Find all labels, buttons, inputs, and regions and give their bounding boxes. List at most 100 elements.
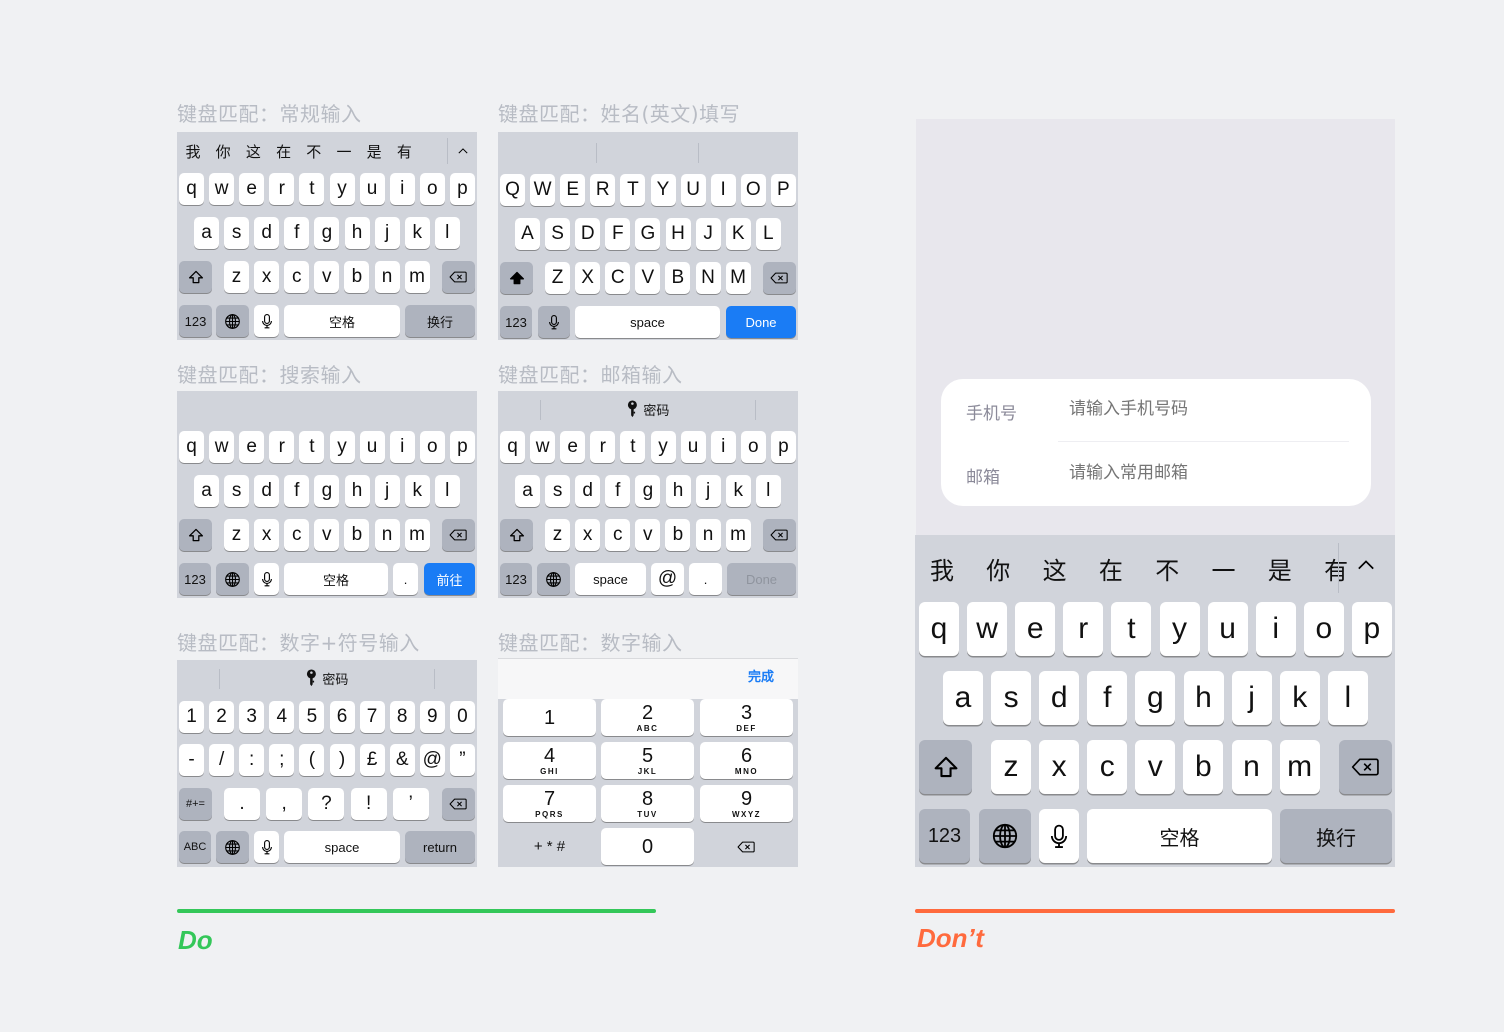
key-L[interactable]: L	[755, 218, 781, 250]
key-h[interactable]: h	[344, 475, 370, 507]
key-symbol[interactable]: ;	[269, 744, 295, 776]
key-R[interactable]: R	[590, 174, 616, 206]
key-z[interactable]: z	[224, 519, 249, 551]
key-l[interactable]: l	[434, 475, 460, 507]
key-x[interactable]: x	[575, 519, 601, 551]
delete-key[interactable]	[700, 828, 793, 865]
key-n[interactable]: n	[1231, 740, 1272, 794]
key-w[interactable]: w	[209, 173, 235, 205]
key-K[interactable]: K	[725, 218, 751, 250]
letters-key[interactable]: ABC	[179, 831, 211, 863]
key-i[interactable]: i	[710, 431, 736, 463]
key-f[interactable]: f	[284, 475, 310, 507]
candidate-你[interactable]: 你	[973, 535, 1023, 601]
key-9[interactable]: 9	[419, 701, 445, 733]
shift-key[interactable]	[179, 519, 212, 551]
key-B[interactable]: B	[665, 262, 691, 294]
key-q[interactable]: q	[919, 602, 959, 656]
globe-key[interactable]	[216, 831, 249, 863]
key-k[interactable]: k	[404, 475, 430, 507]
at-key[interactable]: @	[651, 563, 684, 595]
key-k[interactable]: k	[725, 475, 751, 507]
key-1[interactable]: 1	[179, 701, 204, 733]
key-W[interactable]: W	[530, 174, 556, 206]
candidate-是[interactable]: 是	[360, 132, 388, 170]
symbols-key[interactable]: + * #	[503, 828, 596, 865]
key-f[interactable]: f	[1087, 671, 1128, 725]
key-w[interactable]: w	[209, 431, 235, 463]
shift-key[interactable]	[500, 262, 533, 294]
key-8[interactable]: 8	[389, 701, 415, 733]
space-key[interactable]: space	[284, 831, 400, 863]
key-7[interactable]: 7 PQRS	[503, 785, 596, 822]
numbers-key[interactable]: 123	[500, 563, 532, 595]
candidate-在[interactable]: 在	[270, 132, 298, 170]
key-m[interactable]: m	[1279, 740, 1320, 794]
globe-key[interactable]	[216, 305, 249, 337]
key-symbol[interactable]: @	[419, 744, 445, 776]
key-r[interactable]: r	[269, 431, 295, 463]
key-z[interactable]: z	[224, 261, 249, 293]
key-Y[interactable]: Y	[650, 174, 676, 206]
key-3[interactable]: 3 DEF	[700, 699, 793, 736]
key-x[interactable]: x	[1039, 740, 1080, 794]
key-o[interactable]: o	[1303, 602, 1344, 656]
mic-key[interactable]	[1039, 809, 1079, 863]
candidate-我[interactable]: 我	[179, 132, 207, 170]
key-e[interactable]: e	[1015, 602, 1056, 656]
key-v[interactable]: v	[635, 519, 661, 551]
collapse-candidates-button[interactable]	[1340, 535, 1392, 595]
key-c[interactable]: c	[284, 261, 310, 293]
key-p[interactable]: p	[449, 173, 475, 205]
shift-key[interactable]	[500, 519, 533, 551]
key-symbol[interactable]: :	[239, 744, 265, 776]
shift-key[interactable]	[919, 740, 972, 794]
key-y[interactable]: y	[329, 431, 355, 463]
key-s[interactable]: s	[545, 475, 571, 507]
key-b[interactable]: b	[344, 261, 370, 293]
key-4[interactable]: 4 GHI	[503, 742, 596, 779]
key-r[interactable]: r	[269, 173, 295, 205]
delete-key[interactable]	[1339, 740, 1392, 794]
key-symbol[interactable]: (	[299, 744, 325, 776]
key-9[interactable]: 9 WXYZ	[700, 785, 793, 822]
candidate-我[interactable]: 我	[917, 535, 967, 601]
key-5[interactable]: 5	[299, 701, 325, 733]
key-8[interactable]: 8 TUV	[601, 785, 694, 822]
key-l[interactable]: l	[434, 217, 460, 249]
return-key[interactable]: 换行	[1280, 809, 1392, 863]
key-s[interactable]: s	[224, 217, 250, 249]
key-y[interactable]: y	[1159, 602, 1200, 656]
period-key[interactable]: .	[689, 563, 722, 595]
key-q[interactable]: q	[179, 173, 204, 205]
key-Q[interactable]: Q	[500, 174, 525, 206]
key-u[interactable]: u	[1207, 602, 1248, 656]
key-k[interactable]: k	[1279, 671, 1320, 725]
done-button[interactable]: Done	[726, 306, 796, 338]
numbers-key[interactable]: 123	[500, 306, 532, 338]
done-button[interactable]: 完成	[748, 666, 798, 688]
numbers-key[interactable]: 123	[179, 305, 212, 337]
delete-key[interactable]	[442, 519, 475, 551]
key-H[interactable]: H	[665, 218, 691, 250]
key-r[interactable]: r	[590, 431, 616, 463]
key-4[interactable]: 4	[269, 701, 295, 733]
key-1[interactable]: 1	[503, 699, 596, 736]
key-m[interactable]: m	[404, 261, 430, 293]
key-2[interactable]: 2 ABC	[601, 699, 694, 736]
key-j[interactable]: j	[374, 217, 400, 249]
key-z[interactable]: z	[545, 519, 570, 551]
key-t[interactable]: t	[299, 431, 325, 463]
candidate-这[interactable]: 这	[239, 132, 267, 170]
key-j[interactable]: j	[374, 475, 400, 507]
key-3[interactable]: 3	[239, 701, 265, 733]
key-6[interactable]: 6 MNO	[700, 742, 793, 779]
key-c[interactable]: c	[284, 519, 310, 551]
candidate-一[interactable]: 一	[330, 132, 358, 170]
key-d[interactable]: d	[1039, 671, 1080, 725]
key-symbol[interactable]: &	[389, 744, 415, 776]
key-punct[interactable]: .	[224, 788, 260, 820]
mic-key[interactable]	[254, 305, 279, 337]
key-c[interactable]: c	[605, 519, 631, 551]
key-s[interactable]: s	[224, 475, 250, 507]
